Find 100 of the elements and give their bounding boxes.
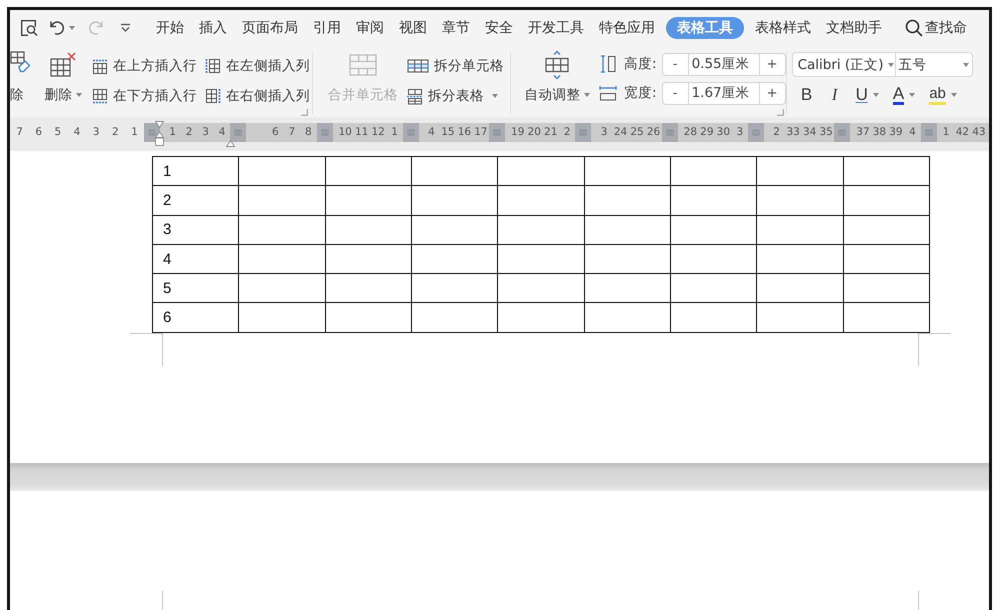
caret-icon[interactable] — [76, 93, 82, 97]
column-marker-icon[interactable] — [230, 123, 246, 142]
menu-tab[interactable]: 审阅 — [349, 16, 391, 38]
ruler-number: 7 — [15, 126, 24, 139]
underline-button[interactable]: U — [852, 83, 882, 107]
erase-button[interactable]: 除 — [10, 45, 32, 109]
column-marker-icon[interactable] — [489, 123, 506, 142]
ruler-number: 3 — [92, 126, 100, 139]
ruler-number: 2 — [110, 126, 120, 139]
ruler-number: 2 — [772, 126, 781, 139]
decrement-button[interactable]: - — [662, 82, 689, 104]
insert-button[interactable]: 在左侧插入列 — [205, 54, 310, 78]
ruler-number: 19 — [510, 126, 526, 139]
insert-row-below-icon — [92, 88, 108, 104]
dialog-launcher-icon[interactable] — [776, 109, 784, 116]
column-marker-icon[interactable] — [316, 123, 333, 142]
ruler-number: 3 — [201, 126, 210, 139]
ruler-number: 17 — [473, 126, 489, 139]
table-cell: 2 — [152, 186, 239, 216]
caret-icon[interactable] — [492, 94, 498, 98]
field-label: 宽度: — [624, 84, 657, 102]
ruler-number: 1 — [390, 126, 399, 139]
ruler-number: 1 — [168, 126, 177, 139]
ruler-number: 7 — [288, 126, 296, 139]
menu-tab[interactable]: 章节 — [435, 16, 477, 38]
autofit-button[interactable]: 自动调整 — [521, 45, 593, 109]
menu-tab[interactable]: 开始 — [149, 16, 191, 38]
column-marker-icon[interactable] — [662, 123, 678, 142]
caret-icon[interactable] — [909, 93, 916, 97]
column-width-icon — [599, 85, 617, 101]
field-label: 高度: — [624, 55, 657, 73]
caret-icon[interactable] — [69, 26, 75, 30]
font-color-button[interactable]: A — [890, 83, 918, 107]
ruler-number: 37 — [855, 126, 871, 139]
indent-marker-icon[interactable] — [155, 121, 164, 146]
decrement-button[interactable]: - — [662, 52, 689, 76]
customize-menu-icon[interactable] — [120, 22, 131, 32]
ruler-number: 2 — [184, 126, 194, 139]
delete-button[interactable]: 删除 — [42, 45, 84, 109]
ruler-number: 1 — [130, 126, 139, 139]
insert-button[interactable]: 在右侧插入列 — [205, 84, 310, 108]
highlight-button[interactable]: ab — [926, 83, 960, 107]
ruler-number: 11 — [354, 126, 370, 139]
menu-tab[interactable]: 特色应用 — [592, 16, 662, 38]
ruler-number: 35 — [818, 126, 834, 139]
bold-button[interactable]: B — [796, 83, 817, 107]
increment-button[interactable]: + — [758, 52, 786, 76]
split-cells-button[interactable]: 拆分单元格 — [407, 54, 504, 78]
ruler-number: 26 — [646, 126, 662, 139]
caret-icon[interactable] — [950, 93, 957, 97]
insert-button[interactable]: 在上方插入行 — [92, 54, 197, 78]
margin-corner-mark — [130, 332, 163, 366]
insert-column-right-icon — [205, 88, 221, 104]
ruler-number: 16 — [456, 126, 472, 139]
ruler-number: 3 — [600, 126, 608, 139]
ruler-number: 15 — [440, 126, 456, 139]
size-input[interactable]: 0.55厘米 — [688, 52, 759, 76]
insert-column-left-icon — [205, 58, 221, 74]
menu-tab[interactable]: 插入 — [192, 16, 234, 38]
size-input[interactable]: 1.67厘米 — [688, 82, 759, 104]
caret-icon[interactable] — [872, 93, 879, 97]
caret-icon[interactable] — [888, 62, 894, 66]
menu-tab[interactable]: 文档助手 — [819, 16, 889, 38]
margin-corner-mark — [918, 332, 951, 366]
autofit-icon — [543, 50, 571, 80]
ruler-number: 39 — [888, 126, 904, 139]
ruler-number: 4 — [908, 126, 917, 139]
undo-button[interactable] — [49, 20, 75, 35]
column-marker-icon[interactable] — [575, 123, 592, 142]
menu-tab[interactable]: 视图 — [392, 16, 434, 38]
right-indent-icon[interactable] — [226, 140, 235, 147]
menu-tab[interactable]: 页面布局 — [235, 16, 305, 38]
split-cells-icon — [407, 59, 429, 73]
column-marker-icon[interactable] — [402, 123, 419, 142]
split-table-button[interactable]: 拆分表格 — [407, 84, 504, 108]
undo-icon — [49, 20, 65, 35]
caret-icon[interactable] — [962, 62, 969, 66]
column-marker-icon[interactable] — [920, 123, 937, 142]
ruler-number: 6 — [34, 126, 44, 139]
table-cell: 6 — [152, 302, 239, 332]
ruler-number: 20 — [526, 126, 542, 139]
print-preview-icon[interactable] — [20, 18, 38, 36]
font-size-dropdown[interactable]: 五号 — [896, 52, 973, 77]
menu-tab[interactable]: 安全 — [478, 16, 520, 38]
menu-tab[interactable]: 表格样式 — [748, 16, 818, 38]
ruler-number: 3 — [735, 126, 744, 139]
dialog-launcher-icon[interactable] — [301, 109, 308, 116]
increment-button[interactable]: + — [758, 82, 786, 104]
menu-tab[interactable]: 开发工具 — [521, 16, 591, 38]
italic-button[interactable]: I — [824, 83, 845, 107]
menu-tab[interactable]: 引用 — [306, 16, 348, 38]
ruler-number: 30 — [716, 126, 732, 139]
insert-button[interactable]: 在下方插入行 — [92, 84, 197, 108]
caret-icon[interactable] — [584, 93, 590, 97]
font-family-dropdown[interactable]: Calibri (正文) — [792, 52, 896, 77]
ruler-number: 10 — [337, 126, 353, 139]
column-marker-icon[interactable] — [748, 123, 764, 142]
ruler-number: 4 — [72, 126, 82, 139]
column-marker-icon[interactable] — [834, 123, 850, 142]
command-search[interactable]: 查找命 — [905, 18, 967, 36]
